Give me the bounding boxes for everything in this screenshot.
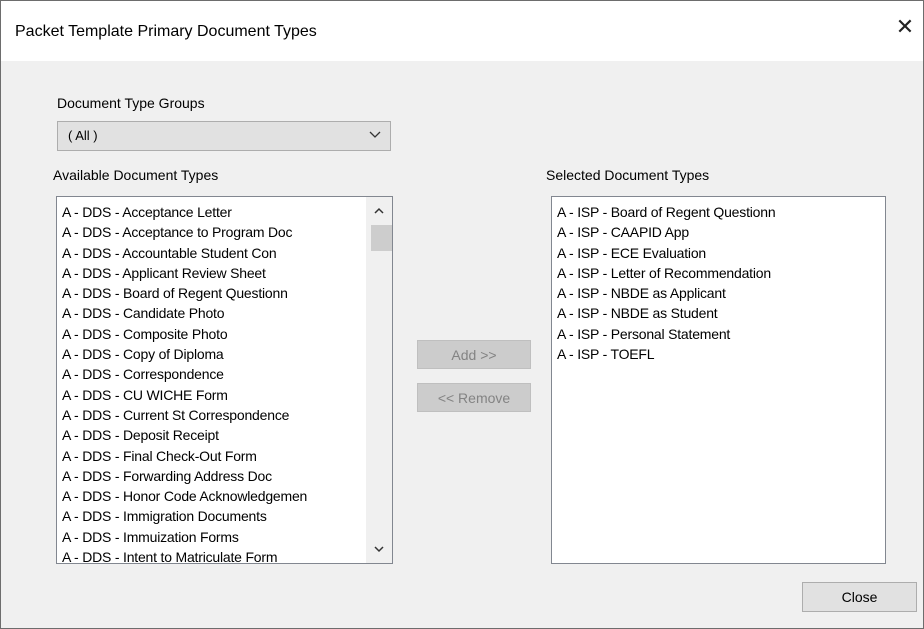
title-bar: Packet Template Primary Document Types ✕ <box>1 1 923 61</box>
chevron-down-icon <box>369 131 381 138</box>
document-type-groups-label: Document Type Groups <box>57 95 205 111</box>
window-title: Packet Template Primary Document Types <box>15 23 317 40</box>
list-item[interactable]: A - DDS - Accountable Student Con <box>62 243 307 263</box>
list-item[interactable]: A - DDS - Candidate Photo <box>62 303 307 323</box>
dialog-window: Packet Template Primary Document Types ✕… <box>0 0 924 629</box>
list-item[interactable]: A - DDS - Current St Correspondence <box>62 405 307 425</box>
list-item[interactable]: A - ISP - ECE Evaluation <box>557 243 775 263</box>
list-item[interactable]: A - DDS - Deposit Receipt <box>62 425 307 445</box>
available-items: A - DDS - Acceptance Letter A - DDS - Acc… <box>62 202 307 563</box>
list-item[interactable]: A - DDS - Immigration Documents <box>62 506 307 526</box>
list-item[interactable]: A - ISP - Board of Regent Questionn <box>557 202 776 222</box>
list-item[interactable]: A - DDS - Applicant Review Sheet <box>62 263 307 283</box>
list-item[interactable]: A - DDS - Composite Photo <box>62 324 307 344</box>
remove-button[interactable]: << Remove <box>417 383 531 412</box>
document-type-groups-dropdown[interactable]: ( All ) <box>57 121 391 151</box>
list-item[interactable]: A - ISP - NBDE as Student <box>557 303 775 323</box>
vertical-scrollbar[interactable] <box>366 197 392 563</box>
close-button[interactable]: Close <box>802 582 917 612</box>
list-item[interactable]: A - DDS - Honor Code Acknowledgemen <box>62 486 307 506</box>
list-item[interactable]: A - ISP - Letter of Recommendation <box>557 263 775 283</box>
available-document-types-label: Available Document Types <box>53 167 219 183</box>
selected-document-types-label: Selected Document Types <box>546 167 710 183</box>
chevron-up-icon <box>374 207 384 214</box>
list-item[interactable]: A - ISP - NBDE as Applicant <box>557 283 775 303</box>
list-item[interactable]: A - DDS - CU WICHE Form <box>62 385 307 405</box>
add-button[interactable]: Add >> <box>417 340 531 369</box>
list-item[interactable]: A - DDS - Copy of Diploma <box>62 344 307 364</box>
list-item[interactable]: A - DDS - Acceptance Letter <box>62 202 307 222</box>
list-item[interactable]: A - DDS - Board of Regent Questionn <box>62 283 307 303</box>
list-item[interactable]: A - DDS - Correspondence <box>62 364 307 384</box>
dropdown-selected-value: ( All ) <box>68 128 98 143</box>
chevron-down-icon <box>374 546 384 553</box>
selected-document-types-list[interactable]: A - ISP - Board of Regent Questionn A - I… <box>551 196 886 564</box>
list-item[interactable]: A - DDS - Acceptance to Program Doc <box>62 222 307 242</box>
list-item[interactable]: A - DDS - Intent to Matriculate Form <box>62 547 307 563</box>
close-icon[interactable]: ✕ <box>891 13 919 41</box>
list-item[interactable]: A - DDS - Immuization Forms <box>62 527 307 547</box>
list-item[interactable]: A - ISP - CAAPID App <box>557 222 775 242</box>
scroll-down-button[interactable] <box>366 537 392 561</box>
scroll-up-button[interactable] <box>366 199 392 223</box>
list-item[interactable]: A - ISP - TOEFL <box>557 344 775 364</box>
list-item[interactable]: A - DDS - Final Check-Out Form <box>62 446 307 466</box>
list-item[interactable]: A - ISP - Personal Statement <box>557 324 775 344</box>
scroll-thumb[interactable] <box>371 225 392 251</box>
available-document-types-list[interactable]: A - DDS - Acceptance Letter A - DDS - Acc… <box>56 196 393 564</box>
list-item[interactable]: A - DDS - Forwarding Address Doc <box>62 466 307 486</box>
selected-items: A - ISP - Board of Regent Questionn A - I… <box>557 202 776 364</box>
